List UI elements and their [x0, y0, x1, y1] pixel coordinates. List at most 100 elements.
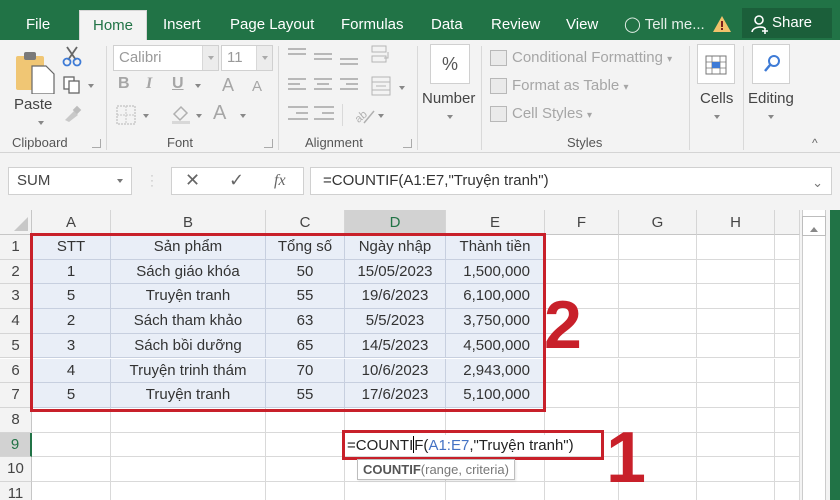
cell[interactable] [545, 259, 619, 285]
name-box[interactable]: SUM [8, 167, 132, 195]
cell[interactable] [775, 284, 800, 310]
tab-data[interactable]: Data [425, 10, 469, 40]
cell[interactable] [32, 457, 111, 482]
format-painter-icon[interactable] [62, 105, 82, 123]
cell[interactable] [697, 358, 775, 384]
cell[interactable] [775, 309, 800, 334]
tooltip-function-name[interactable]: COUNTIF [363, 462, 421, 477]
cell[interactable] [266, 457, 345, 482]
middle-align-icon[interactable] [314, 48, 332, 64]
merge-dropdown-icon[interactable] [399, 86, 405, 93]
row-header-10[interactable]: 10 [0, 457, 32, 482]
align-right-icon[interactable] [340, 78, 358, 94]
cell[interactable] [775, 407, 800, 433]
row-header-6[interactable]: 6 [0, 358, 32, 384]
tell-me-search[interactable]: ◯ Tell me... [618, 10, 711, 40]
cell[interactable] [619, 235, 697, 260]
scrollbar-track[interactable] [802, 210, 826, 500]
align-left-icon[interactable] [288, 78, 306, 94]
cell[interactable] [775, 358, 800, 384]
cell[interactable] [111, 482, 266, 500]
column-header-b[interactable]: B [111, 210, 266, 235]
cell[interactable] [697, 383, 775, 408]
cell[interactable] [697, 333, 775, 359]
align-center-icon[interactable] [314, 78, 332, 94]
shrink-font-button[interactable]: A [252, 78, 262, 95]
editing-button[interactable]: Editing [746, 44, 800, 129]
collapse-ribbon-icon[interactable]: ^ [812, 136, 818, 150]
copy-dropdown-icon[interactable] [88, 84, 94, 91]
number-format-button[interactable]: % Number [420, 44, 480, 129]
cancel-formula-button[interactable]: ✕ [185, 170, 200, 191]
format-as-table-button[interactable]: Format as Table ▾ [490, 75, 628, 97]
wrap-text-icon[interactable] [370, 44, 392, 66]
share-button[interactable]: Share [742, 8, 832, 38]
grow-font-button[interactable]: A [222, 75, 234, 96]
cell[interactable] [619, 259, 697, 285]
column-header-g[interactable]: G [619, 210, 697, 235]
underline-dropdown-icon[interactable] [195, 84, 201, 91]
cell[interactable] [545, 383, 619, 408]
row-header-3[interactable]: 3 [0, 284, 32, 310]
borders-icon[interactable] [115, 104, 137, 126]
cell[interactable] [619, 284, 697, 310]
merge-center-icon[interactable] [370, 75, 392, 97]
cell[interactable] [619, 358, 697, 384]
cell[interactable] [697, 407, 775, 433]
conditional-formatting-button[interactable]: Conditional Formatting ▾ [490, 47, 672, 69]
row-header-4[interactable]: 4 [0, 309, 32, 334]
cell[interactable] [111, 457, 266, 482]
tab-insert[interactable]: Insert [157, 10, 207, 40]
warning-icon[interactable] [712, 15, 732, 33]
cell-styles-button[interactable]: Cell Styles ▾ [490, 103, 592, 125]
clipboard-launcher-icon[interactable] [92, 139, 101, 148]
cell[interactable] [32, 482, 111, 500]
font-color-dropdown-icon[interactable] [240, 114, 246, 121]
column-header-e[interactable]: E [446, 210, 545, 235]
cell[interactable] [775, 457, 800, 482]
orientation-dropdown-icon[interactable] [378, 114, 384, 121]
increase-indent-icon[interactable] [314, 106, 334, 122]
cell[interactable] [775, 482, 800, 500]
font-launcher-icon[interactable] [264, 139, 273, 148]
cell[interactable] [619, 333, 697, 359]
tab-formulas[interactable]: Formulas [335, 10, 410, 40]
cell[interactable] [697, 432, 775, 458]
row-header-7[interactable]: 7 [0, 383, 32, 408]
cell[interactable] [775, 235, 800, 260]
expand-formula-bar-icon[interactable]: ⌄ [812, 170, 823, 196]
fill-color-dropdown-icon[interactable] [196, 114, 202, 121]
tab-home[interactable]: Home [79, 10, 147, 40]
column-header-h[interactable]: H [697, 210, 775, 235]
cell[interactable] [619, 309, 697, 334]
cell[interactable] [697, 259, 775, 285]
row-header-1[interactable]: 1 [0, 235, 32, 260]
cell[interactable] [32, 432, 111, 458]
tab-view[interactable]: View [560, 10, 604, 40]
decrease-indent-icon[interactable] [288, 106, 308, 122]
vertical-scrollbar[interactable] [800, 210, 840, 500]
alignment-launcher-icon[interactable] [403, 139, 412, 148]
font-size-select[interactable]: 11 [221, 45, 273, 71]
tab-page-layout[interactable]: Page Layout [224, 10, 320, 40]
row-header-9[interactable]: 9 [0, 432, 32, 458]
select-all-button[interactable] [0, 210, 32, 235]
font-name-select[interactable]: Calibri [113, 45, 219, 71]
cell[interactable] [697, 309, 775, 334]
cell[interactable] [446, 482, 545, 500]
underline-button[interactable]: U [172, 75, 184, 93]
top-align-icon[interactable] [288, 48, 306, 64]
italic-button[interactable]: I [146, 75, 152, 93]
fill-color-icon[interactable] [170, 102, 192, 124]
cell[interactable] [266, 432, 345, 458]
copy-icon[interactable] [62, 75, 82, 95]
cells-button[interactable]: Cells [694, 44, 740, 129]
row-header-5[interactable]: 5 [0, 333, 32, 359]
enter-formula-button[interactable]: ✓ [229, 170, 244, 191]
cell[interactable] [697, 235, 775, 260]
cell[interactable] [619, 383, 697, 408]
scroll-up-icon[interactable] [802, 216, 826, 236]
row-header-2[interactable]: 2 [0, 259, 32, 285]
row-header-11[interactable]: 11 [0, 482, 32, 500]
tab-review[interactable]: Review [485, 10, 546, 40]
